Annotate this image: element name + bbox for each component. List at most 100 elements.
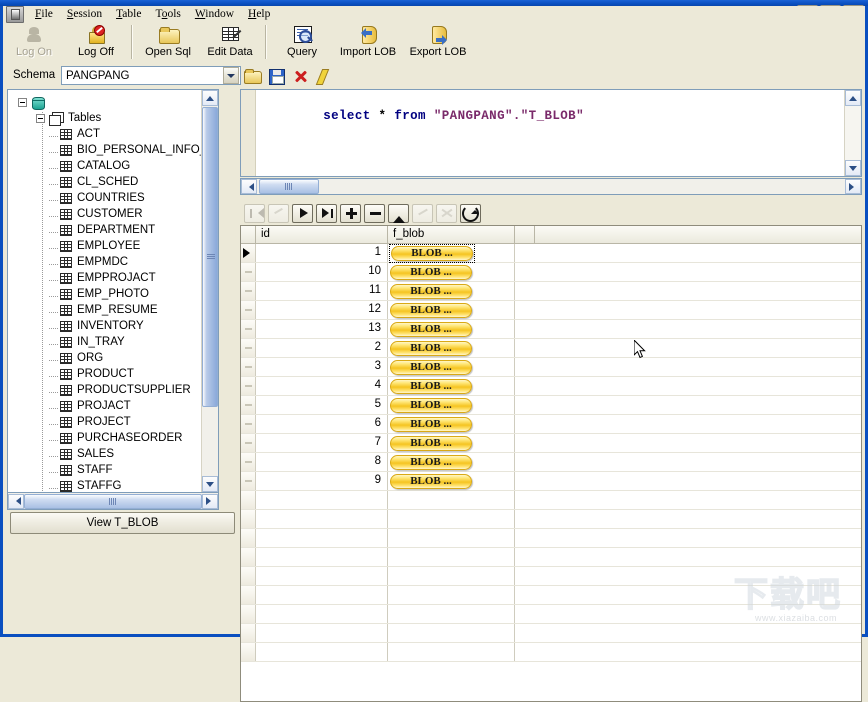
cell-f-blob[interactable]: BLOB ...: [388, 453, 515, 471]
table-row[interactable]: 2BLOB ...: [241, 339, 861, 358]
tree-item-table[interactable]: EMPPROJACT: [8, 270, 218, 286]
row-indicator[interactable]: [241, 415, 256, 433]
toolbar-edit-data-button[interactable]: Edit Data: [199, 23, 261, 63]
cell-f-blob[interactable]: BLOB ...: [388, 244, 515, 262]
tree-item-table[interactable]: INVENTORY: [8, 318, 218, 334]
cell-f-blob[interactable]: BLOB ...: [388, 263, 515, 281]
blob-button[interactable]: BLOB ...: [390, 474, 472, 489]
cell-id[interactable]: 10: [256, 263, 388, 281]
schema-combobox[interactable]: PANGPANG: [61, 66, 241, 85]
tree-item-table[interactable]: DEPARTMENT: [8, 222, 218, 238]
menu-item-table[interactable]: Table: [109, 7, 148, 22]
table-row[interactable]: 6BLOB ...: [241, 415, 861, 434]
row-indicator-current[interactable]: [241, 244, 256, 262]
cell-id[interactable]: 2: [256, 339, 388, 357]
cell-id[interactable]: 7: [256, 434, 388, 452]
cell-id[interactable]: 9: [256, 472, 388, 490]
sql-horizontal-scrollbar[interactable]: [240, 178, 862, 195]
cell-f-blob[interactable]: BLOB ...: [388, 472, 515, 490]
table-row[interactable]: 8BLOB ...: [241, 453, 861, 472]
table-row[interactable]: 12BLOB ...: [241, 301, 861, 320]
blob-button[interactable]: BLOB ...: [390, 436, 472, 451]
tree-item-table[interactable]: EMP_RESUME: [8, 302, 218, 318]
tree-item-table[interactable]: STAFF: [8, 462, 218, 478]
table-row[interactable]: 11BLOB ...: [241, 282, 861, 301]
last-record-button[interactable]: [316, 204, 337, 223]
table-row[interactable]: 5BLOB ...: [241, 396, 861, 415]
row-indicator[interactable]: [241, 301, 256, 319]
menu-item-tools[interactable]: Tools: [148, 7, 187, 22]
tree-item-table[interactable]: ACT: [8, 126, 218, 142]
tree-item-table[interactable]: CL_SCHED: [8, 174, 218, 190]
toolbar-log-on-button[interactable]: Log On: [3, 23, 65, 63]
refresh-button[interactable]: [460, 204, 481, 223]
toolbar-query-button[interactable]: Query: [271, 23, 333, 63]
cell-id[interactable]: 13: [256, 320, 388, 338]
cell-id[interactable]: 3: [256, 358, 388, 376]
toolbar-open-sql-button[interactable]: Open Sql: [137, 23, 199, 63]
tree-item-table[interactable]: EMPMDC: [8, 254, 218, 270]
table-row[interactable]: 13BLOB ...: [241, 320, 861, 339]
cell-f-blob[interactable]: BLOB ...: [388, 396, 515, 414]
table-row[interactable]: 7BLOB ...: [241, 434, 861, 453]
tree-horizontal-scrollbar[interactable]: [7, 493, 219, 510]
cell-f-blob[interactable]: BLOB ...: [388, 377, 515, 395]
blob-button[interactable]: BLOB ...: [390, 417, 472, 432]
tree-vertical-scrollbar[interactable]: [201, 90, 218, 492]
row-indicator[interactable]: [241, 377, 256, 395]
cell-f-blob[interactable]: BLOB ...: [388, 282, 515, 300]
prev-record-button[interactable]: [268, 204, 289, 223]
table-row[interactable]: 3BLOB ...: [241, 358, 861, 377]
tree-item-table[interactable]: BIO_PERSONAL_INFO_T: [8, 142, 218, 158]
tree-item-table[interactable]: IN_TRAY: [8, 334, 218, 350]
view-table-button[interactable]: View T_BLOB: [10, 512, 235, 534]
cell-id[interactable]: 11: [256, 282, 388, 300]
row-indicator[interactable]: [241, 358, 256, 376]
row-indicator[interactable]: [241, 472, 256, 490]
first-record-button[interactable]: [244, 204, 265, 223]
table-row[interactable]: 1BLOB ...: [241, 244, 861, 263]
clear-sql-icon[interactable]: [292, 68, 309, 85]
cell-id[interactable]: 5: [256, 396, 388, 414]
menu-item-session[interactable]: Session: [60, 7, 109, 22]
table-row[interactable]: 10BLOB ...: [241, 263, 861, 282]
cell-f-blob[interactable]: BLOB ...: [388, 301, 515, 319]
column-header-id[interactable]: id: [256, 226, 388, 243]
tree-scroll-left-button[interactable]: [8, 494, 24, 509]
blob-button[interactable]: BLOB ...: [391, 246, 473, 261]
sql-scroll-right-button[interactable]: [845, 179, 861, 194]
menu-item-window[interactable]: Window: [188, 7, 241, 22]
object-tree[interactable]: Tables ACTBIO_PERSONAL_INFO_TCATALOGCL_S…: [7, 89, 219, 493]
delete-record-button[interactable]: [364, 204, 385, 223]
tree-scroll-right-button[interactable]: [202, 494, 218, 509]
execute-sql-icon[interactable]: [316, 68, 333, 85]
blob-button[interactable]: BLOB ...: [390, 322, 472, 337]
row-indicator[interactable]: [241, 282, 256, 300]
sql-scroll-down-button[interactable]: [845, 160, 861, 176]
tree-item-table[interactable]: STAFFG: [8, 478, 218, 493]
cell-id[interactable]: 1: [256, 244, 388, 262]
tree-hscroll-thumb[interactable]: [24, 494, 202, 509]
sql-hscroll-thumb[interactable]: [259, 179, 319, 194]
table-row[interactable]: 9BLOB ...: [241, 472, 861, 491]
chevron-down-icon[interactable]: [223, 67, 239, 84]
tree-item-table[interactable]: CATALOG: [8, 158, 218, 174]
toolbar-export-lob-button[interactable]: Export LOB: [403, 23, 473, 63]
row-indicator[interactable]: [241, 263, 256, 281]
tree-hscroll-track[interactable]: [24, 494, 202, 509]
open-sql-file-icon[interactable]: [244, 68, 261, 85]
tree-scroll-up-button[interactable]: [202, 90, 218, 106]
sql-vertical-scrollbar[interactable]: [844, 90, 861, 176]
blob-button[interactable]: BLOB ...: [390, 455, 472, 470]
cell-f-blob[interactable]: BLOB ...: [388, 339, 515, 357]
cell-f-blob[interactable]: BLOB ...: [388, 415, 515, 433]
sql-scroll-left-button[interactable]: [241, 179, 257, 194]
cell-id[interactable]: 4: [256, 377, 388, 395]
cell-id[interactable]: 8: [256, 453, 388, 471]
cancel-edit-button[interactable]: [436, 204, 457, 223]
menu-item-file[interactable]: File: [28, 7, 60, 22]
blob-button[interactable]: BLOB ...: [390, 303, 472, 318]
edit-record-button[interactable]: [388, 204, 409, 223]
row-indicator[interactable]: [241, 339, 256, 357]
cell-f-blob[interactable]: BLOB ...: [388, 434, 515, 452]
